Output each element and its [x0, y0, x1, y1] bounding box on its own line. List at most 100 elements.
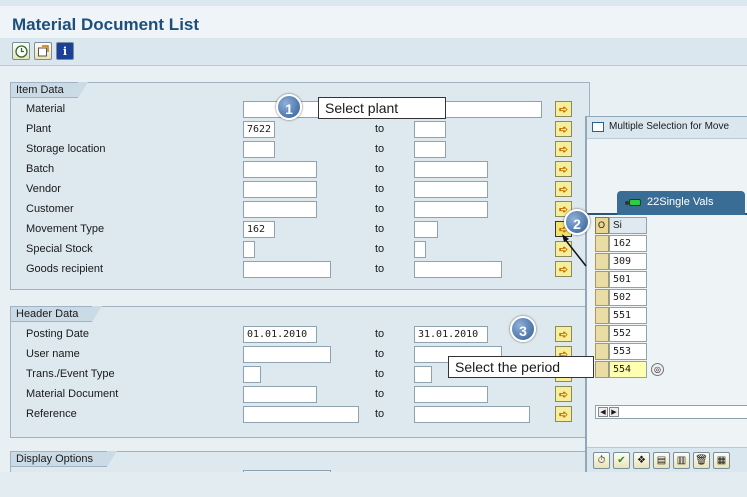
movement-type-from-field[interactable]: 162	[243, 221, 275, 238]
customer-from-field[interactable]	[243, 201, 317, 218]
row-selector[interactable]	[595, 271, 609, 288]
reference-label: Reference	[26, 408, 77, 420]
batch-label: Batch	[26, 163, 55, 175]
reference-multi-select-button[interactable]: ➪	[555, 406, 572, 422]
single-value-cell[interactable]: 553	[609, 343, 647, 360]
value-help-icon[interactable]: ◎	[651, 363, 664, 376]
grid-header-option[interactable]: O	[595, 217, 609, 234]
reference-to-field[interactable]	[414, 406, 530, 423]
special-stock-label: Special Stock	[26, 243, 93, 255]
material-document-multi-select-button[interactable]: ➪	[555, 386, 572, 402]
row-movement-type: Movement Type 162 to ➪	[11, 220, 589, 240]
scroll-right-icon[interactable]: ▶	[609, 407, 619, 417]
application-toolbar: i	[0, 38, 747, 66]
plant-from-field[interactable]: 7622	[243, 121, 275, 138]
single-value-cell[interactable]: 554	[609, 361, 647, 378]
vendor-from-field[interactable]	[243, 181, 317, 198]
vendor-label: Vendor	[26, 183, 61, 195]
material-document-from-field[interactable]	[243, 386, 317, 403]
tab-single-values[interactable]: 22Single Vals	[617, 191, 745, 215]
row-selector[interactable]	[595, 325, 609, 342]
execute-icon[interactable]: ⏱	[593, 452, 610, 469]
batch-multi-select-button[interactable]: ➪	[555, 161, 572, 177]
vendor-to-field[interactable]	[414, 181, 488, 198]
plant-to-field[interactable]	[414, 121, 446, 138]
user-name-from-field[interactable]	[243, 346, 331, 363]
material-multi-select-button[interactable]: ➪	[555, 101, 572, 117]
batch-to-field[interactable]	[414, 161, 488, 178]
material-document-label: Material Document	[26, 388, 119, 400]
vendor-multi-select-button[interactable]: ➪	[555, 181, 572, 197]
storage-location-multi-select-button[interactable]: ➪	[555, 141, 572, 157]
single-value-cell[interactable]: 502	[609, 289, 647, 306]
scroll-left-icon[interactable]: ◀	[598, 407, 608, 417]
more-icon[interactable]: ▦	[713, 452, 730, 469]
table-row: 551	[595, 307, 647, 324]
row-selector[interactable]	[595, 235, 609, 252]
customer-to-label: to	[375, 203, 385, 215]
customer-to-field[interactable]	[414, 201, 488, 218]
dialog-title: Multiple Selection for Move	[609, 121, 730, 132]
single-value-cell[interactable]: 162	[609, 235, 647, 252]
movement-type-label: Movement Type	[26, 223, 105, 235]
row-selector[interactable]	[595, 253, 609, 270]
movement-type-to-label: to	[375, 223, 385, 235]
row-selector[interactable]	[595, 307, 609, 324]
row-special-stock: Special Stock to ➪	[11, 240, 589, 260]
single-value-cell[interactable]: 309	[609, 253, 647, 270]
trans-event-type-label: Trans./Event Type	[26, 368, 115, 380]
trans-event-type-to-field[interactable]	[414, 366, 432, 383]
goods-recipient-from-field[interactable]	[243, 261, 331, 278]
single-value-cell[interactable]: 501	[609, 271, 647, 288]
table-row: 501	[595, 271, 647, 288]
row-selector[interactable]	[595, 343, 609, 360]
multi-select-icon[interactable]: ❖	[633, 452, 650, 469]
material-document-to-field[interactable]	[414, 386, 488, 403]
status-area	[0, 472, 747, 497]
batch-to-label: to	[375, 163, 385, 175]
header-data-tab: Header Data	[10, 306, 103, 322]
goods-recipient-label: Goods recipient	[26, 263, 104, 275]
special-stock-from-field[interactable]	[243, 241, 255, 258]
plant-multi-select-button[interactable]: ➪	[555, 121, 572, 137]
user-name-to-label: to	[375, 348, 385, 360]
insert-row-icon[interactable]: ▤	[653, 452, 670, 469]
table-row: 554	[595, 361, 647, 378]
special-stock-to-field[interactable]	[414, 241, 426, 258]
row-batch: Batch to ➪	[11, 160, 589, 180]
trash-icon[interactable]: 🗑	[693, 452, 710, 469]
single-value-cell[interactable]: 552	[609, 325, 647, 342]
check-icon[interactable]: ✔	[613, 452, 630, 469]
storage-location-to-label: to	[375, 143, 385, 155]
dialog-window-icon	[592, 122, 604, 132]
table-row: 553	[595, 343, 647, 360]
posting-date-label: Posting Date	[26, 328, 89, 340]
goods-recipient-to-field[interactable]	[414, 261, 502, 278]
movement-type-to-field[interactable]	[414, 221, 438, 238]
info-icon[interactable]: i	[56, 42, 74, 60]
posting-date-multi-select-button[interactable]: ➪	[555, 326, 572, 342]
trans-event-type-from-field[interactable]	[243, 366, 261, 383]
execute-icon[interactable]	[12, 42, 30, 60]
reference-from-field[interactable]	[243, 406, 359, 423]
grid-horizontal-scrollbar[interactable]: ◀ ▶	[595, 405, 747, 419]
batch-from-field[interactable]	[243, 161, 317, 178]
delete-row-icon[interactable]: ▥	[673, 452, 690, 469]
posting-date-from-field[interactable]: 01.01.2010	[243, 326, 317, 343]
get-variant-icon[interactable]	[34, 42, 52, 60]
row-storage-location: Storage location to ➪	[11, 140, 589, 160]
plant-to-label: to	[375, 123, 385, 135]
storage-location-from-field[interactable]	[243, 141, 275, 158]
row-goods-recipient: Goods recipient to ➪	[11, 260, 589, 280]
single-value-cell[interactable]: 551	[609, 307, 647, 324]
posting-date-to-field[interactable]: 31.01.2010	[414, 326, 488, 343]
title-bar: Material Document List	[0, 0, 747, 38]
material-label: Material	[26, 103, 66, 115]
reference-to-label: to	[375, 408, 385, 420]
row-selector[interactable]	[595, 289, 609, 306]
grid-header-single-value[interactable]: Si	[609, 217, 647, 234]
storage-location-to-field[interactable]	[414, 141, 446, 158]
callout-3-badge: 3	[510, 316, 536, 342]
posting-date-to-label: to	[375, 328, 385, 340]
row-selector[interactable]	[595, 361, 609, 378]
